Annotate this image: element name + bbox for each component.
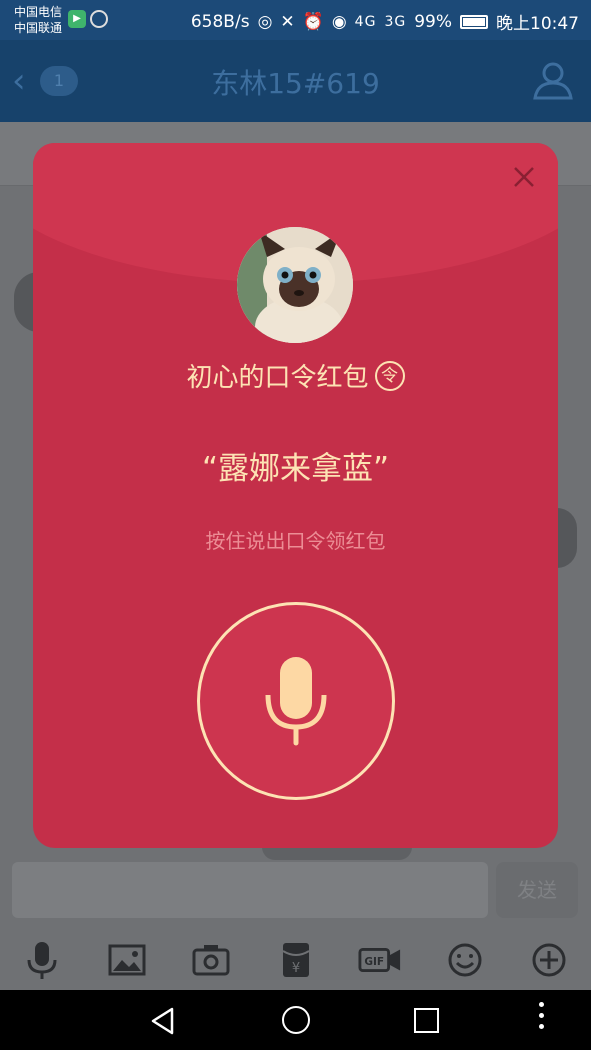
app-notification-icon: ▶ — [68, 10, 86, 28]
svg-text:¥: ¥ — [291, 961, 299, 976]
hold-to-speak-button[interactable] — [197, 602, 395, 800]
clock: 晚上10:47 — [496, 14, 579, 34]
chat-header: ‹ 1 东林15#619 — [0, 40, 591, 122]
sender-avatar — [237, 227, 353, 343]
signal-3g: 3G — [384, 13, 407, 30]
system-nav-bar — [0, 990, 591, 1050]
passphrase-badge: 令 — [374, 360, 405, 391]
nav-menu-icon[interactable] — [536, 1002, 546, 1038]
voice-icon[interactable] — [20, 938, 64, 982]
camera-icon[interactable] — [189, 938, 233, 982]
eye-icon: ◉ — [331, 11, 347, 32]
nav-recents-icon[interactable] — [414, 1008, 439, 1033]
input-toolbar: ¥ GIF — [0, 930, 591, 990]
alarm-icon: ⏰ — [302, 11, 324, 32]
status-right: 658B/s ◎ ✕ ⏰ ◉ 4G 3G 99% 晚上10:47 — [190, 9, 579, 35]
page-title: 东林15#619 — [211, 67, 380, 100]
svg-text:GIF: GIF — [364, 956, 384, 968]
message-input[interactable] — [12, 862, 488, 918]
group-members-icon[interactable] — [531, 60, 575, 100]
hotspot-icon — [90, 10, 108, 28]
passphrase-text: “露娜来拿蓝” — [201, 451, 390, 487]
microphone-icon — [265, 657, 327, 746]
nav-home-icon[interactable] — [282, 1006, 310, 1034]
carrier-labels: 中国电信 中国联通 — [14, 4, 62, 36]
carrier-2: 中国联通 — [14, 21, 63, 35]
battery-icon — [460, 14, 488, 29]
battery-percent: 99% — [414, 11, 452, 32]
red-packet-dialog: 初心的口令红包 令 “露娜来拿蓝” 按住说出口令领红包 — [33, 143, 558, 848]
hold-to-speak-hint: 按住说出口令领红包 — [205, 529, 386, 553]
gif-icon[interactable]: GIF — [358, 938, 402, 982]
plus-icon[interactable] — [527, 938, 571, 982]
cat-avatar-image — [237, 227, 353, 343]
red-packet-title: 初心的口令红包 令 — [33, 357, 558, 394]
nfc-icon: ◎ — [257, 11, 273, 32]
red-packet-icon[interactable]: ¥ — [274, 938, 318, 982]
send-button[interactable]: 发送 — [496, 862, 578, 918]
notification-icons: ▶ — [68, 10, 108, 28]
image-icon[interactable] — [105, 938, 149, 982]
emoji-icon[interactable] — [443, 938, 487, 982]
close-icon[interactable] — [512, 165, 536, 189]
network-speed: 658B/s — [190, 11, 250, 32]
signal-4g: 4G — [354, 13, 377, 30]
nav-back-icon[interactable] — [148, 1006, 178, 1036]
status-bar: 中国电信 中国联通 ▶ 658B/s ◎ ✕ ⏰ ◉ 4G 3G 99% 晚上1… — [0, 0, 591, 40]
carrier-1: 中国电信 — [14, 5, 63, 19]
mute-icon: ✕ — [280, 11, 295, 32]
sender-title-text: 初心的口令红包 — [186, 363, 369, 393]
